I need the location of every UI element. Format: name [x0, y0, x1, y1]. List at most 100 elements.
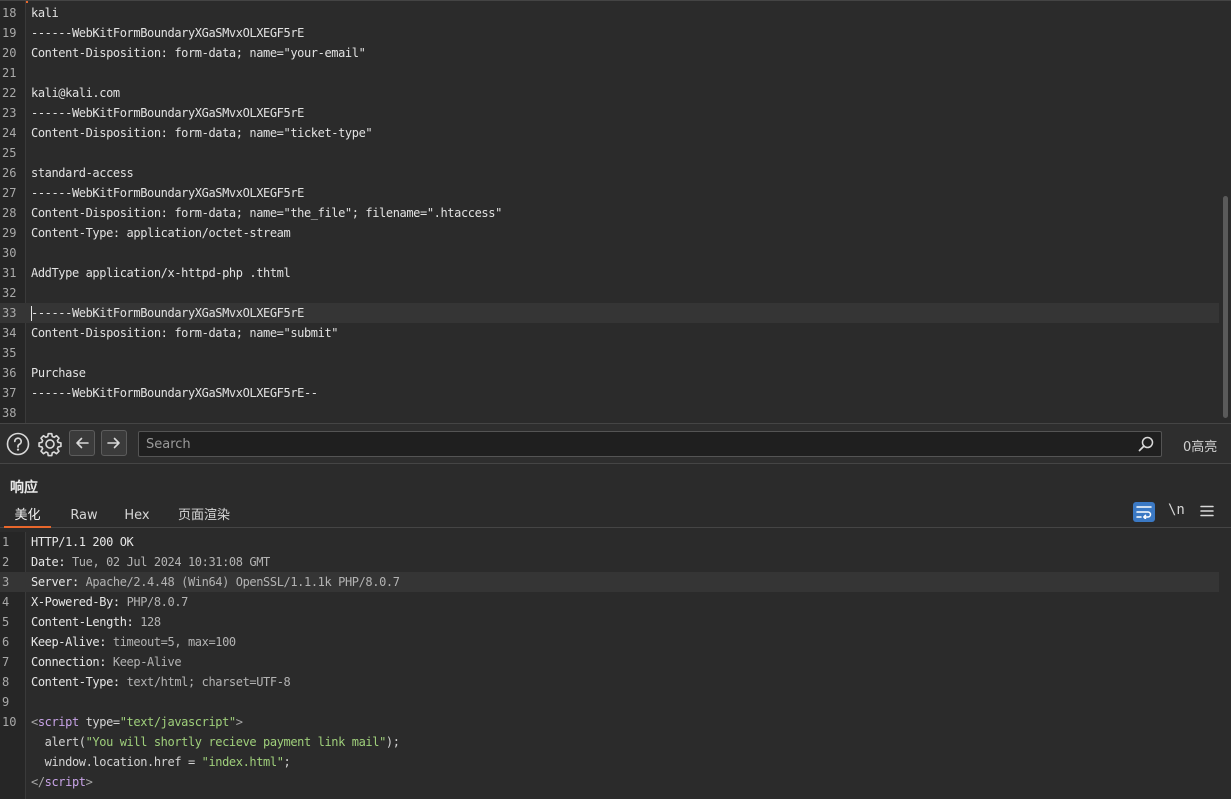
previous-match-button[interactable]	[69, 430, 95, 456]
request-code-lines[interactable]: 18 kali 19 ------WebKitFormBoundaryXGaSMvxO…	[0, 3, 1219, 423]
line-number: 19	[2, 26, 17, 40]
line-number: 23	[2, 106, 17, 120]
line-number: 4	[2, 595, 10, 609]
menu-icon[interactable]	[1199, 503, 1217, 521]
header-name: Content-Length	[31, 615, 127, 629]
gear-icon[interactable]	[37, 431, 63, 457]
line-text: Content-Disposition: form-data; name="yo…	[31, 46, 366, 60]
line-number: 36	[2, 366, 17, 380]
line-text: ------WebKitFormBoundaryXGaSMvxOLXEGF5rE	[31, 186, 304, 200]
line-number: 20	[2, 46, 17, 60]
tab-raw[interactable]: Raw	[62, 503, 106, 528]
line-text: ------WebKitFormBoundaryXGaSMvxOLXEGF5rE	[31, 26, 304, 40]
line-number: 35	[2, 346, 17, 360]
line-text: Content-Disposition: form-data; name="ti…	[31, 126, 373, 140]
line-text: Content-Disposition: form-data; name="th…	[31, 206, 502, 220]
header-name: Connection	[31, 655, 100, 669]
header-name: Server	[31, 575, 72, 589]
line-number: 29	[2, 226, 17, 240]
header-line: 1 HTTP/1.1 200 OK	[0, 532, 1219, 552]
line-text: standard-access	[31, 166, 134, 180]
code-line: 32	[0, 283, 1219, 303]
line-text: kali	[31, 6, 59, 20]
code-line: 19 ------WebKitFormBoundaryXGaSMvxOLXEGF5…	[0, 23, 1219, 43]
help-icon[interactable]	[5, 431, 31, 457]
code-line: 10 <script type="text/javascript">	[2, 715, 243, 729]
tab-hex[interactable]: Hex	[116, 503, 158, 528]
header-name: Date	[31, 555, 59, 569]
code-line: 23 ------WebKitFormBoundaryXGaSMvxOLXEGF5…	[0, 103, 1219, 123]
word-wrap-button[interactable]	[1133, 502, 1155, 522]
line-text: ------WebKitFormBoundaryXGaSMvxOLXEGF5rE…	[31, 386, 318, 400]
arrow-right-icon	[107, 437, 120, 449]
tab-pretty[interactable]: 美化	[4, 503, 51, 528]
wrap-lines-icon	[1136, 506, 1152, 519]
line-number: 30	[2, 246, 17, 260]
tab-render[interactable]: 页面渲染	[172, 503, 236, 528]
response-view-tabs: 美化 Raw Hex 页面渲染	[0, 503, 1231, 528]
line-text: Content-Disposition: form-data; name="su…	[31, 326, 339, 340]
line-text: ------WebKitFormBoundaryXGaSMvxOLXEGF5rE	[31, 306, 304, 320]
code-line: 20 Content-Disposition: form-data; name="…	[0, 43, 1219, 63]
header-name: HTTP/1.1 200 OK	[31, 535, 134, 549]
header-line: 6 Keep-Alive: timeout=5, max=100	[2, 635, 236, 649]
response-panel: 响应 美化 Raw Hex 页面渲染 \n 1 HTTP/1.1 200 OK 2 D…	[0, 465, 1231, 799]
line-number: 34	[2, 326, 17, 340]
line-text: AddType application/x-httpd-php .thtml	[31, 266, 291, 280]
line-number: 27	[2, 186, 17, 200]
header-value: Keep-Alive	[112, 655, 182, 669]
next-match-button[interactable]	[101, 430, 127, 456]
line-number: 22	[2, 86, 17, 100]
header-value: 128	[140, 615, 161, 629]
search-toolbar: 0高亮	[0, 423, 1231, 464]
line-number: 33	[2, 306, 17, 320]
header-line: 8 Content-Type: text/html; charset=UTF-8	[2, 675, 291, 689]
script-tag-name: script	[37, 715, 79, 729]
line-text: Purchase	[31, 366, 86, 380]
header-value: Tue, 02 Jul 2024 10:31:08 GMT	[71, 555, 270, 569]
search-input[interactable]	[139, 432, 1129, 456]
code-line: 34 Content-Disposition: form-data; name="…	[0, 323, 1219, 343]
line-number: 6	[2, 635, 10, 649]
code-line: </script>	[31, 775, 93, 789]
header-line: 4 X-Powered-By: PHP/8.0.7	[2, 595, 189, 609]
code-line: 33 ------WebKitFormBoundaryXGaSMvxOLXEGF5…	[0, 303, 1219, 323]
code-line: 18 kali	[0, 3, 1219, 23]
response-code-lines[interactable]: 1 HTTP/1.1 200 OK 2 Date: Tue, 02 Jul 2024 …	[0, 532, 1219, 792]
line-number: 2	[2, 555, 10, 569]
line-number: 3	[2, 575, 10, 589]
header-line: 7 Connection: Keep-Alive	[2, 655, 182, 669]
line-number: 21	[2, 66, 17, 80]
line-text: Content-Type: application/octet-stream	[31, 226, 291, 240]
code-line: 37 ------WebKitFormBoundaryXGaSMvxOLXEGF5…	[0, 383, 1219, 403]
code-line: 36 Purchase	[0, 363, 1219, 383]
line-text: ------WebKitFormBoundaryXGaSMvxOLXEGF5rE	[31, 106, 304, 120]
code-line: 29 Content-Type: application/octet-stream	[0, 223, 1219, 243]
code-line: alert("You will shortly recieve payment …	[31, 735, 400, 749]
line-number: 1	[2, 535, 10, 549]
response-editor[interactable]: 1 HTTP/1.1 200 OK 2 Date: Tue, 02 Jul 2024 …	[0, 532, 1231, 799]
line-number: 31	[2, 266, 17, 280]
header-line: 2 Date: Tue, 02 Jul 2024 10:31:08 GMT	[2, 555, 270, 569]
code-line: 35	[0, 343, 1219, 363]
header-value: PHP/8.0.7	[126, 595, 189, 609]
line-number: 18	[2, 6, 17, 20]
code-line: 21	[0, 63, 1219, 83]
response-title: 响应	[10, 480, 38, 496]
code-line: 31 AddType application/x-httpd-php .thtml	[0, 263, 1219, 283]
search-box	[138, 431, 1162, 457]
search-icon[interactable]	[1137, 435, 1155, 453]
request-editor[interactable]: 18 kali 19 ------WebKitFormBoundaryXGaSMvxO…	[0, 0, 1231, 423]
line-number: 38	[2, 406, 17, 420]
header-line: 5 Content-Length: 128	[2, 615, 161, 629]
show-newlines-button[interactable]: \n	[1168, 502, 1185, 518]
header-value: timeout=5, max=100	[112, 635, 236, 649]
header-name: X-Powered-By	[31, 595, 113, 609]
line-number: 24	[2, 126, 17, 140]
code-line: 26 standard-access	[0, 163, 1219, 183]
arrow-left-icon	[76, 437, 89, 449]
code-line: 27 ------WebKitFormBoundaryXGaSMvxOLXEGF5…	[0, 183, 1219, 203]
code-line: 38	[0, 403, 1219, 423]
line-number: 26	[2, 166, 17, 180]
request-scrollbar[interactable]	[1223, 196, 1228, 418]
